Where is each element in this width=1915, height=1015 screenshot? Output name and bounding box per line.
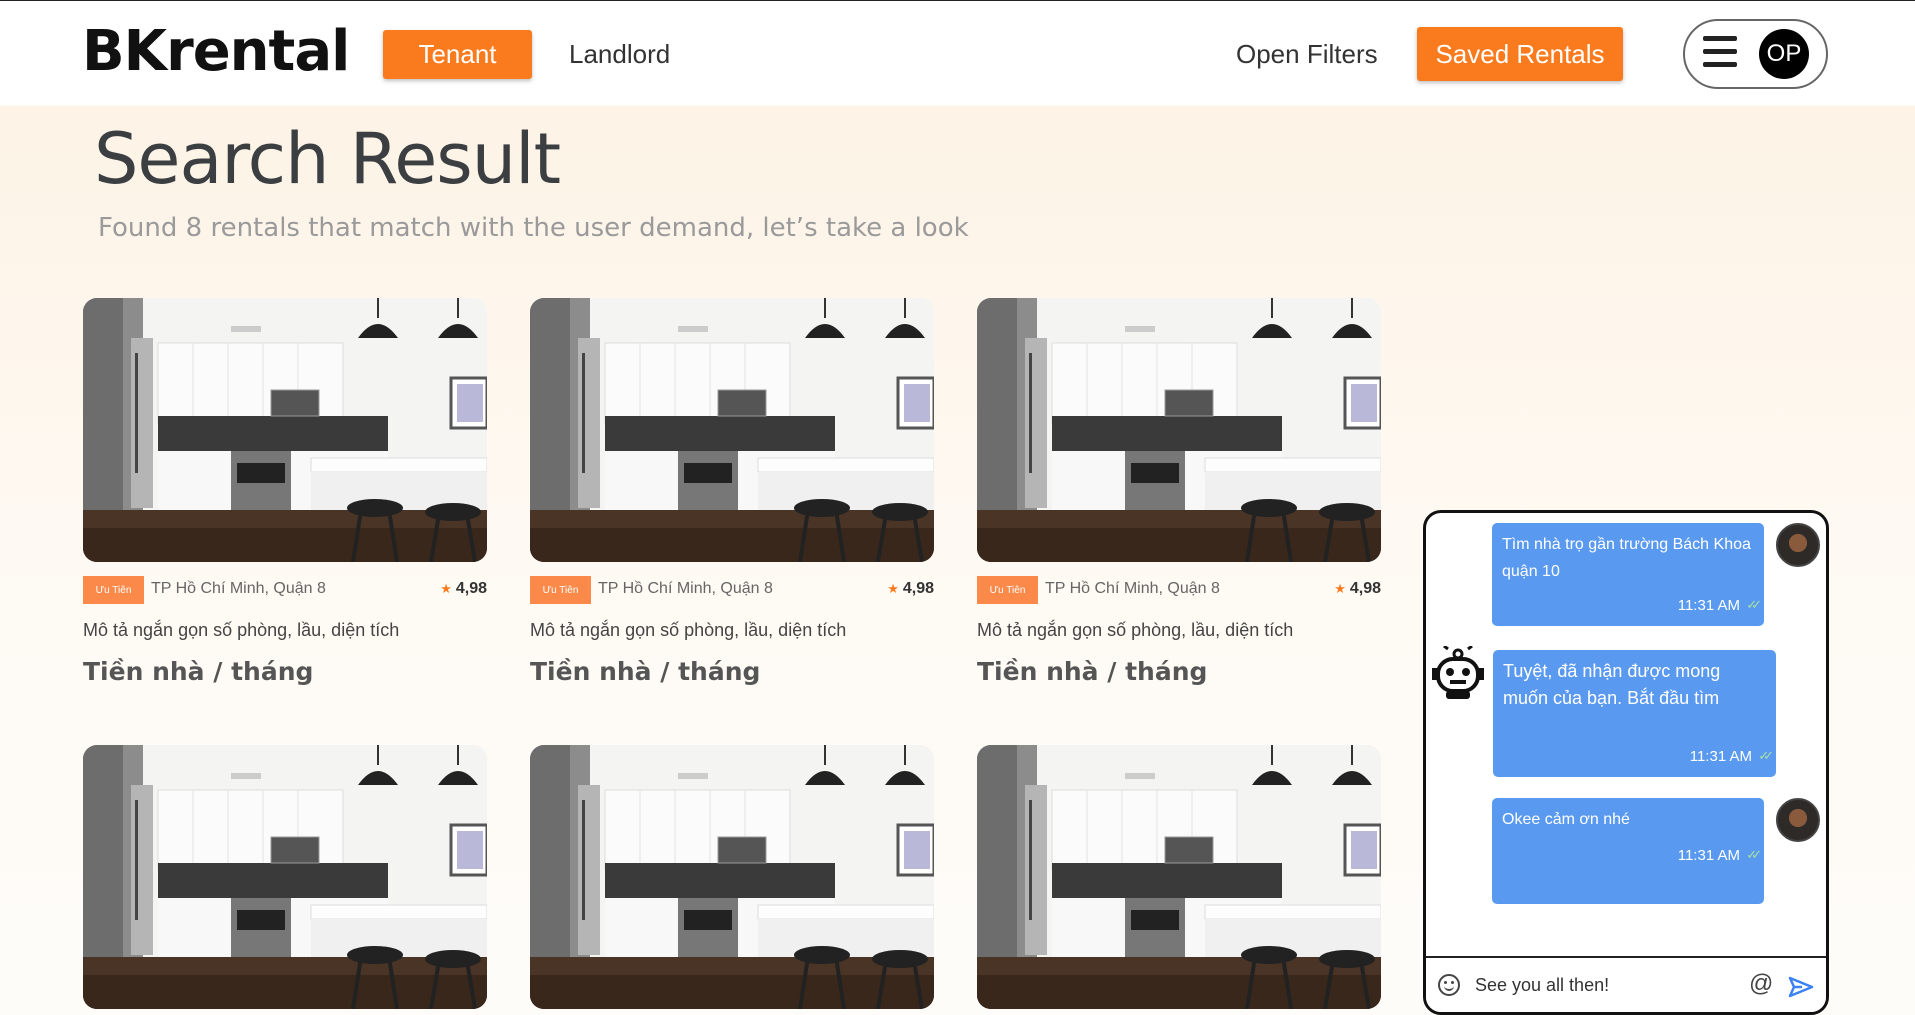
rental-rating: ★ 4,98 <box>1334 580 1381 597</box>
read-check-icon: ✓✓ <box>1746 847 1762 862</box>
rental-card[interactable] <box>83 745 487 1009</box>
saved-rentals-button[interactable]: Saved Rentals <box>1417 27 1623 81</box>
rental-card[interactable]: Ưu Tiên TP Hồ Chí Minh, Quận 8 ★ 4,98 Mô … <box>530 298 934 686</box>
message-text: Tìm nhà trọ gần trường Bách Khoa quận 10 <box>1502 536 1751 580</box>
profile-menu[interactable]: OP <box>1683 19 1828 89</box>
read-check-icon: ✓✓ <box>1746 597 1762 612</box>
star-icon: ★ <box>1334 581 1346 596</box>
open-filters-link[interactable]: Open Filters <box>1236 30 1378 79</box>
chat-input-bar: See you all then! @ <box>1426 956 1826 1012</box>
logo[interactable]: BKrental <box>82 19 350 84</box>
top-navbar: BKrental Tenant Landlord Open Filters Sa… <box>0 0 1915 105</box>
rental-photo[interactable] <box>83 745 487 1009</box>
page-title: Search Result <box>94 118 561 200</box>
chat-message-bot: Tuyệt, đã nhận được mong muốn của bạn. B… <box>1493 650 1776 777</box>
smile-icon[interactable] <box>1438 974 1460 996</box>
message-time: 11:31 AM <box>1677 847 1740 864</box>
at-icon[interactable]: @ <box>1749 970 1773 998</box>
rental-photo[interactable] <box>977 298 1381 562</box>
star-icon: ★ <box>440 581 452 596</box>
message-time: 11:31 AM <box>1677 597 1740 614</box>
priority-badge: Ưu Tiên <box>83 576 144 604</box>
rental-card[interactable]: Ưu Tiên TP Hồ Chí Minh, Quận 8 ★ 4,98 Mô … <box>977 298 1381 686</box>
message-text: Okee cảm ơn nhé <box>1502 811 1630 828</box>
priority-badge: Ưu Tiên <box>977 576 1038 604</box>
rental-location: TP Hồ Chí Minh, Quận 8 <box>1045 580 1220 597</box>
rental-description: Mô tả ngắn gọn số phòng, lầu, diện tích <box>530 620 847 640</box>
rental-photo[interactable] <box>530 745 934 1009</box>
page-subtitle: Found 8 rentals that match with the user… <box>98 213 969 243</box>
rental-card[interactable]: Ưu Tiên TP Hồ Chí Minh, Quận 8 ★ 4,98 Mô … <box>83 298 487 686</box>
rental-location: TP Hồ Chí Minh, Quận 8 <box>151 580 326 597</box>
rental-location: TP Hồ Chí Minh, Quận 8 <box>598 580 773 597</box>
rental-card[interactable] <box>530 745 934 1009</box>
message-text: Tuyệt, đã nhận được mong muốn của bạn. B… <box>1503 661 1721 708</box>
rental-price: Tiền nhà / tháng <box>530 657 761 686</box>
message-time: 11:31 AM <box>1689 748 1752 765</box>
rental-description: Mô tả ngắn gọn số phòng, lầu, diện tích <box>977 620 1294 640</box>
rental-description: Mô tả ngắn gọn số phòng, lầu, diện tích <box>83 620 400 640</box>
chat-widget: Tìm nhà trọ gần trường Bách Khoa quận 10… <box>1423 510 1829 1015</box>
priority-badge: Ưu Tiên <box>530 576 591 604</box>
rental-rating: ★ 4,98 <box>440 580 487 597</box>
rental-card[interactable] <box>977 745 1381 1009</box>
tab-tenant[interactable]: Tenant <box>383 30 532 79</box>
rental-rating: ★ 4,98 <box>887 580 934 597</box>
user-avatar <box>1776 523 1820 567</box>
rental-photo[interactable] <box>83 298 487 562</box>
rental-price: Tiền nhà / tháng <box>977 657 1208 686</box>
read-check-icon: ✓✓ <box>1758 748 1774 763</box>
star-icon: ★ <box>887 581 899 596</box>
send-icon[interactable] <box>1788 976 1814 998</box>
chat-message-input[interactable]: See you all then! <box>1475 975 1609 996</box>
robot-icon <box>1432 646 1484 699</box>
avatar[interactable]: OP <box>1759 29 1809 79</box>
hamburger-icon[interactable] <box>1703 36 1737 72</box>
rental-price: Tiền nhà / tháng <box>83 657 314 686</box>
chat-message-user: Tìm nhà trọ gần trường Bách Khoa quận 10… <box>1492 523 1764 626</box>
tab-landlord[interactable]: Landlord <box>569 30 670 79</box>
user-avatar <box>1776 798 1820 842</box>
rental-photo[interactable] <box>977 745 1381 1009</box>
rental-photo[interactable] <box>530 298 934 562</box>
chat-message-user: Okee cảm ơn nhé 11:31 AM ✓✓ <box>1492 798 1764 904</box>
